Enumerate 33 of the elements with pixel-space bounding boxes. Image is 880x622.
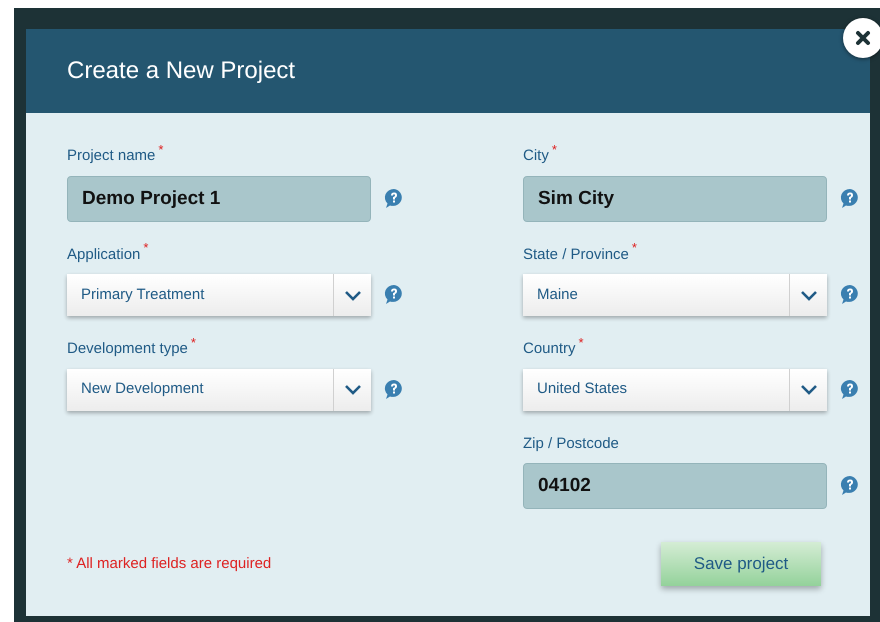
dropdown[interactable]: United States [523, 368, 827, 410]
text-field[interactable]: 04102 [523, 463, 827, 509]
help-icon[interactable] [383, 378, 405, 400]
help-icon[interactable] [839, 475, 861, 497]
dropdown[interactable]: Primary Treatment [67, 274, 371, 316]
help-icon[interactable] [839, 188, 861, 210]
field-label: City $^{*}$ [523, 145, 557, 166]
help-icon[interactable] [839, 284, 861, 306]
chevron-down-icon [800, 290, 818, 300]
field-label: Zip / Postcode [523, 434, 619, 454]
field-label: Project name $^{*}$ [67, 145, 164, 166]
close-icon [855, 30, 871, 46]
dropdown[interactable]: New Development [67, 368, 371, 410]
help-icon[interactable] [383, 188, 405, 210]
dropdown-value: Primary Treatment [80, 284, 206, 305]
text-field[interactable]: Sim City [523, 176, 827, 222]
chevron-down-icon [344, 384, 362, 395]
field-label: Country $^{*}$ [523, 338, 584, 359]
field-label: Development type $^{*}$ [67, 338, 196, 359]
dropdown-value: Maine [536, 284, 579, 305]
dialog-title: Create a New Project [67, 56, 296, 86]
required-note: * All marked fields are required [67, 554, 272, 574]
dropdown[interactable]: Maine [523, 274, 827, 316]
chevron-down-icon [344, 290, 362, 300]
help-icon[interactable] [839, 378, 861, 400]
save-button[interactable]: Save project [661, 542, 821, 586]
help-icon[interactable] [383, 284, 405, 306]
field-label: State / Province $^{*}$ [523, 244, 637, 264]
field-label: Application $^{*}$ [67, 244, 148, 264]
chevron-down-icon [800, 384, 818, 395]
text-field[interactable]: Demo Project 1 [67, 176, 371, 222]
dropdown-value: New Development [80, 379, 205, 400]
dropdown-value: United States [536, 379, 628, 400]
